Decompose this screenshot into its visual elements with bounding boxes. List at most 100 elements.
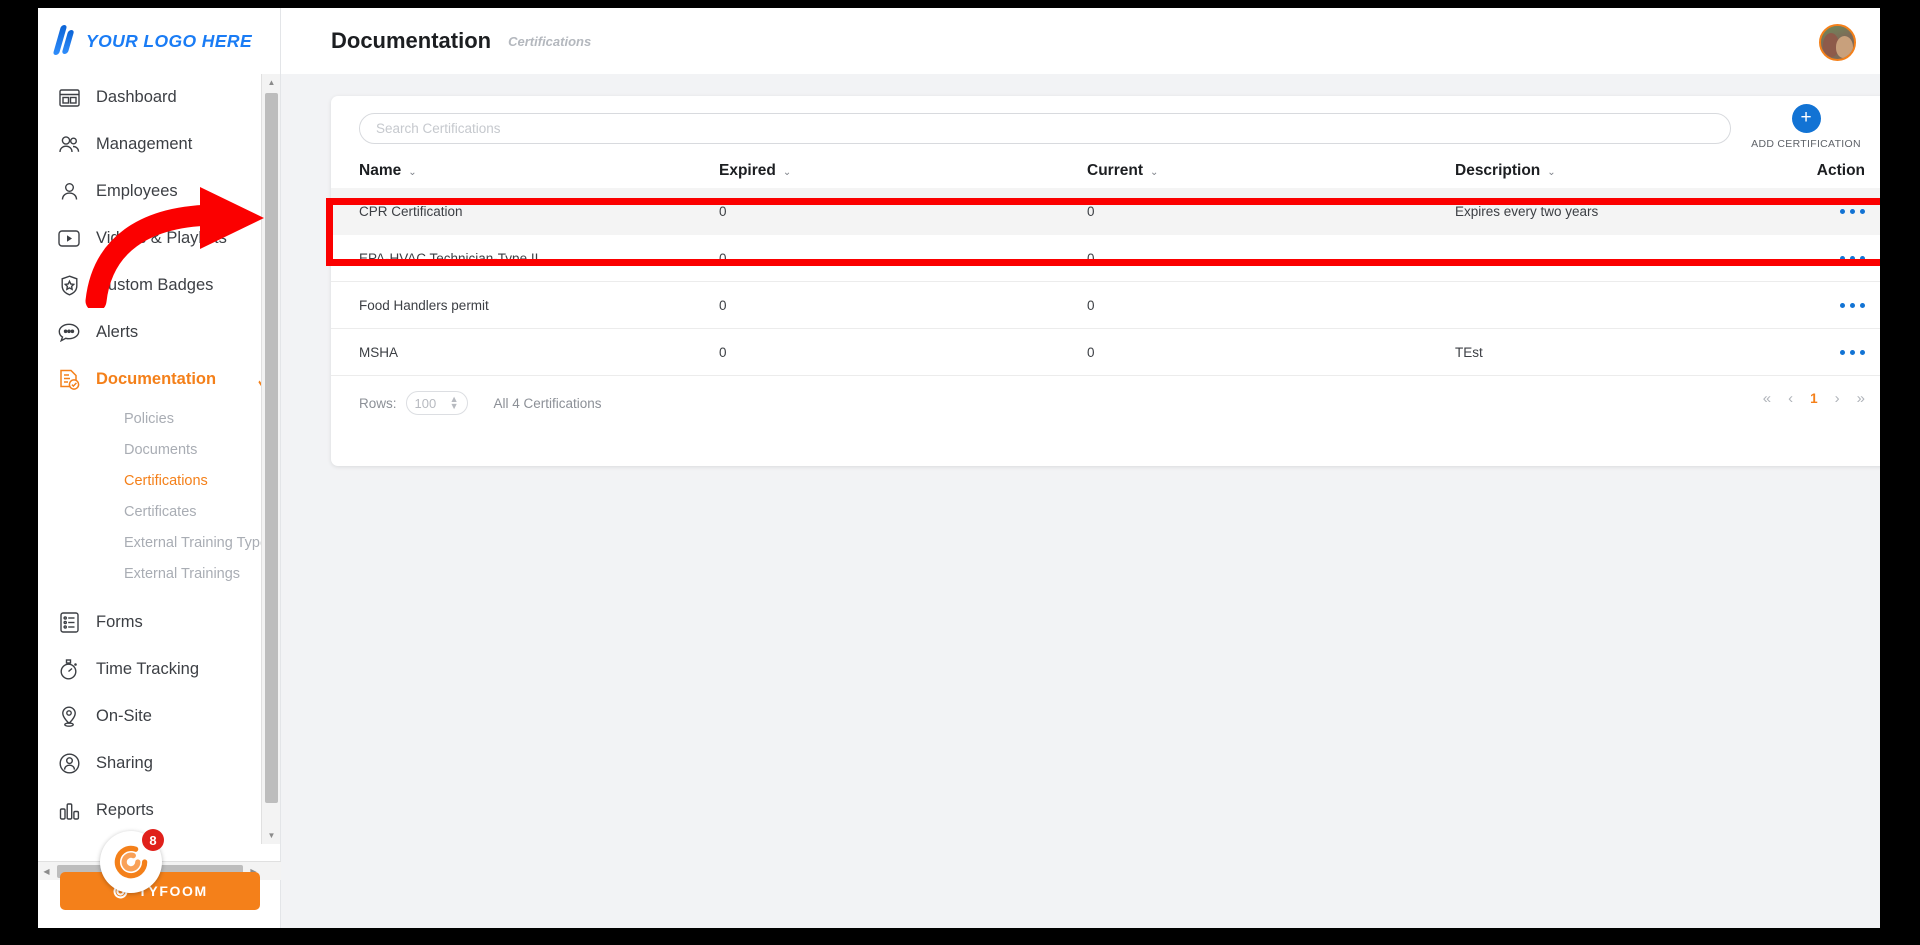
pager-first-button[interactable]: « [1763, 390, 1771, 407]
sidebar-label: Documentation [96, 370, 242, 389]
pager-prev-button[interactable]: ‹ [1788, 390, 1793, 407]
cell-expired: 0 [719, 251, 1087, 266]
sidebar-subitem-external-training-types[interactable]: External Training Types [38, 527, 281, 558]
cell-expired: 0 [719, 204, 1087, 219]
sidebar-label: Alerts [96, 323, 249, 342]
more-actions-icon[interactable] [1773, 256, 1865, 261]
rows-value: 100 [415, 396, 450, 411]
people-icon [56, 132, 82, 158]
form-list-icon [56, 610, 82, 636]
logo-mark-icon [55, 24, 77, 58]
scroll-up-icon[interactable]: ▲ [262, 74, 281, 91]
sort-chevron-icon[interactable]: ⌄ [408, 167, 416, 178]
app-logo[interactable]: YOUR LOGO HERE [38, 8, 280, 74]
sidebar-label: Reports [96, 801, 249, 820]
cell-name: Food Handlers permit [359, 298, 719, 313]
sidebar-item-dashboard[interactable]: Dashboard [38, 74, 281, 121]
column-header-name[interactable]: Name ⌄ [359, 162, 719, 180]
table-row[interactable]: MSHA 0 0 TEst [331, 329, 1880, 376]
sidebar-label: Dashboard [96, 88, 253, 107]
scroll-left-icon[interactable]: ◀ [38, 862, 55, 881]
column-header-expired[interactable]: Expired ⌄ [719, 162, 1087, 180]
sidebar-item-sharing[interactable]: Sharing › [38, 740, 281, 787]
sidebar-label: Videos & Playlists [96, 229, 249, 248]
cell-current: 0 [1087, 251, 1455, 266]
map-pin-icon [56, 704, 82, 730]
cell-current: 0 [1087, 204, 1455, 219]
sidebar-nav: Dashboard Management › Employees [38, 74, 281, 844]
table-header-row: Name⌄ Expired⌄ Current⌄ Description⌄ Act… [331, 154, 1880, 188]
column-label: Current [1087, 162, 1143, 179]
sidebar-item-custom-badges[interactable]: Custom Badges [38, 262, 281, 309]
tyfoom-button[interactable]: TYFOOM [60, 872, 260, 910]
sidebar-subitem-external-trainings[interactable]: External Trainings [38, 558, 281, 589]
sidebar-item-documentation[interactable]: Documentation ⌄ [38, 356, 281, 403]
sidebar-item-time-tracking[interactable]: Time Tracking › [38, 646, 281, 693]
toolbar: + ADD CERTIFICATION [331, 96, 1880, 154]
sidebar-subitem-documents[interactable]: Documents [38, 434, 281, 465]
add-certification-button[interactable]: + ADD CERTIFICATION [1747, 104, 1865, 150]
badge-count: 8 [142, 829, 164, 851]
logo-text: YOUR LOGO HERE [86, 31, 252, 52]
sidebar-vertical-scrollbar[interactable]: ▲ ▼ [261, 74, 280, 844]
sidebar-item-alerts[interactable]: Alerts › [38, 309, 281, 356]
cell-expired: 0 [719, 298, 1087, 313]
sidebar-label: Time Tracking [96, 660, 249, 679]
tyfoom-notification-badge[interactable]: 8 [100, 831, 162, 893]
sort-chevron-icon[interactable]: ⌄ [1547, 167, 1555, 178]
pager-last-button[interactable]: » [1857, 390, 1865, 407]
rows-label: Rows: [359, 396, 397, 411]
sidebar-label: Forms [96, 613, 249, 632]
search-input[interactable] [359, 113, 1731, 144]
cell-name: MSHA [359, 345, 719, 360]
more-actions-icon[interactable] [1773, 209, 1865, 214]
sidebar-item-employees[interactable]: Employees › [38, 168, 281, 215]
person-icon [56, 179, 82, 205]
column-header-current[interactable]: Current ⌄ [1087, 162, 1455, 180]
cell-description: TEst [1455, 345, 1773, 360]
avatar[interactable] [1819, 24, 1856, 61]
rows-per-page-stepper[interactable]: 100 ▲▼ [406, 391, 468, 415]
pager-next-button[interactable]: › [1835, 390, 1840, 407]
sidebar-item-on-site[interactable]: On-Site › [38, 693, 281, 740]
sidebar-label: Employees [96, 182, 249, 201]
cell-name: EPA-HVAC Technician-Type II [359, 251, 719, 266]
sidebar-subitem-policies[interactable]: Policies [38, 403, 281, 434]
cell-description: Expires every two years [1455, 204, 1773, 219]
cell-expired: 0 [719, 345, 1087, 360]
column-label: Name [359, 162, 401, 179]
scrollbar-thumb[interactable] [265, 93, 278, 803]
sidebar-subitem-certifications[interactable]: Certifications [38, 465, 281, 496]
table-row[interactable]: Food Handlers permit 0 0 [331, 282, 1880, 329]
sidebar-label: On-Site [96, 707, 249, 726]
more-actions-icon[interactable] [1773, 350, 1865, 355]
sidebar-label: Sharing [96, 754, 249, 773]
sidebar-item-forms[interactable]: Forms › [38, 599, 281, 646]
sort-chevron-icon[interactable]: ⌄ [1150, 167, 1158, 178]
sidebar-item-videos-playlists[interactable]: Videos & Playlists › [38, 215, 281, 262]
pager-page-1[interactable]: 1 [1810, 391, 1818, 406]
more-actions-icon[interactable] [1773, 303, 1865, 308]
app-window: YOUR LOGO HERE Dashboard Ma [38, 8, 1880, 928]
alert-bubble-icon [56, 320, 82, 346]
column-header-description[interactable]: Description⌄ [1455, 162, 1773, 180]
cell-name: CPR Certification [359, 204, 719, 219]
share-person-icon [56, 751, 82, 777]
document-check-icon [56, 367, 82, 393]
breadcrumb: Certifications [508, 34, 591, 49]
sort-chevron-icon[interactable]: ⌄ [783, 167, 791, 178]
sidebar-item-reports[interactable]: Reports › [38, 787, 281, 834]
sidebar-item-management[interactable]: Management › [38, 121, 281, 168]
scroll-down-icon[interactable]: ▼ [262, 827, 281, 844]
sidebar-label: Custom Badges [96, 276, 253, 295]
column-label: Expired [719, 162, 776, 179]
table-row[interactable]: EPA-HVAC Technician-Type II 0 0 [331, 235, 1880, 282]
total-count-label: All 4 Certifications [494, 396, 602, 411]
sidebar: YOUR LOGO HERE Dashboard Ma [38, 8, 281, 928]
dashboard-icon [56, 85, 82, 111]
pagination: « ‹ 1 › » [1763, 390, 1865, 407]
stepper-arrows-icon[interactable]: ▲▼ [450, 396, 459, 410]
sidebar-subitem-certificates[interactable]: Certificates [38, 496, 281, 527]
bar-chart-icon [56, 798, 82, 824]
table-row[interactable]: CPR Certification 0 0 Expires every two … [331, 188, 1880, 235]
